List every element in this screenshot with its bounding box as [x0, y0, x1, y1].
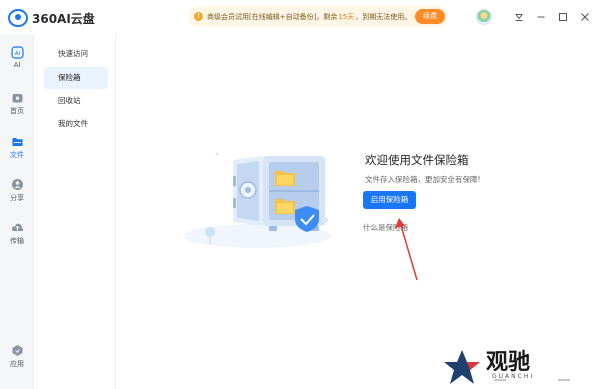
rail-item-files[interactable]: 文件: [0, 135, 34, 169]
app-logo: 360AI云盘: [8, 8, 108, 28]
rail-label-ai: AI: [13, 61, 21, 69]
annotation-arrow: [395, 218, 418, 281]
rail-item-ai[interactable]: AI AI: [0, 46, 34, 80]
home-icon: [11, 91, 24, 104]
close-icon[interactable]: [576, 8, 594, 26]
apps-icon: [11, 344, 24, 357]
watermark-text: 观驰: [486, 350, 531, 375]
trial-notice: ! 商级会员试用[在线编辑+自动备份]，剩余 15天 ，到期无法使用。 续费: [188, 6, 448, 27]
window-controls: [476, 8, 594, 26]
transfer-icon: [11, 221, 24, 234]
subnav-item-recycle-bin[interactable]: 回收站: [44, 90, 108, 112]
main-content: 欢迎使用文件保险箱 文件存入保险箱，更加安全有保障! 启用保险箱 什么是保险箱: [117, 34, 600, 389]
notice-days: 15天: [338, 12, 355, 21]
rail-label-share: 分享: [10, 194, 24, 202]
subnav-item-vault[interactable]: 保险箱: [44, 67, 108, 89]
title-bar: 360AI云盘 ! 商级会员试用[在线编辑+自动备份]，剩余 15天 ，到期无法…: [0, 0, 600, 34]
subnav-item-quick-access[interactable]: 快速访问: [44, 43, 108, 65]
menu-icon[interactable]: [510, 8, 528, 26]
watermark-subtext: GUANCHI: [492, 373, 535, 380]
rail-label-apps: 应用: [10, 360, 24, 368]
minimize-icon[interactable]: [532, 8, 550, 26]
ai-icon: AI: [10, 46, 24, 59]
logo-text: 360AI云盘: [32, 11, 95, 26]
maximize-icon[interactable]: [554, 8, 572, 26]
info-icon: !: [194, 12, 203, 21]
enable-vault-button[interactable]: 启用保险箱: [363, 191, 416, 209]
avatar[interactable]: [476, 9, 492, 25]
rail-item-transfer[interactable]: 传输: [0, 221, 34, 255]
notice-suffix: ，到期无法使用。: [355, 12, 412, 21]
rail-item-apps[interactable]: 应用: [0, 344, 34, 378]
share-icon: [11, 178, 24, 191]
welcome-title: 欢迎使用文件保险箱: [365, 153, 469, 167]
svg-text:AI: AI: [14, 51, 20, 57]
rail-label-transfer: 传输: [10, 237, 24, 245]
rail-label-files: 文件: [10, 151, 24, 159]
rail-item-home[interactable]: 首页: [0, 91, 34, 125]
logo-icon: [8, 9, 28, 27]
files-subnav: 快速访问 保险箱 回收站 我的文件: [34, 34, 116, 389]
folder-icon: [11, 135, 24, 148]
welcome-subtitle: 文件存入保险箱，更加安全有保障!: [365, 175, 481, 184]
rail-label-home: 首页: [10, 107, 24, 115]
left-rail: AI AI 首页 文件 分享 传输 应用: [0, 34, 34, 389]
notice-prefix: 商级会员试用[在线编辑+自动备份]，剩余: [207, 12, 338, 21]
renew-button[interactable]: 续费: [415, 9, 445, 24]
vault-illustration: [183, 152, 331, 248]
rail-item-share[interactable]: 分享: [0, 178, 34, 212]
subnav-item-my-files[interactable]: 我的文件: [44, 113, 108, 135]
